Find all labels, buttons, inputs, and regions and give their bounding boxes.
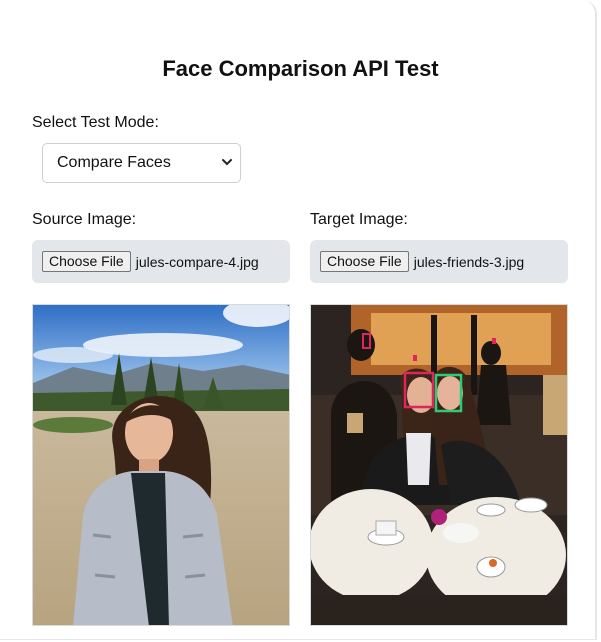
chevron-down-icon [222, 159, 232, 166]
test-mode-select[interactable]: Compare Faces [42, 143, 241, 183]
target-file-input[interactable]: Choose File jules-friends-3.jpg [310, 240, 568, 283]
app-panel: Face Comparison API Test Select Test Mod… [0, 0, 597, 640]
source-image-label: Source Image: [32, 211, 137, 228]
source-file-input[interactable]: Choose File jules-compare-4.jpg [32, 240, 290, 283]
target-image-preview [310, 304, 568, 626]
target-filename: jules-friends-3.jpg [413, 253, 525, 270]
target-image-label: Target Image: [310, 211, 408, 228]
page-title: Face Comparison API Test [162, 56, 439, 81]
test-mode-label: Select Test Mode: [32, 114, 159, 131]
source-filename: jules-compare-4.jpg [135, 253, 259, 270]
source-choose-file-button[interactable]: Choose File [42, 251, 131, 272]
source-image-preview [32, 304, 290, 626]
test-mode-selected-value: Compare Faces [57, 154, 171, 171]
target-choose-file-button[interactable]: Choose File [320, 251, 409, 272]
